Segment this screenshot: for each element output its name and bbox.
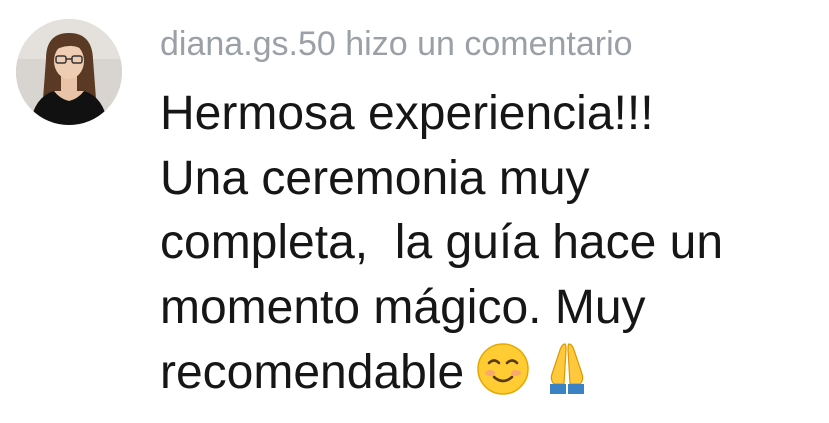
comment-body: Hermosa experiencia!!! Una ceremonia muy…: [160, 82, 820, 406]
comment-line: Una ceremonia muy: [160, 151, 590, 205]
comment-line-text: recomendable: [160, 346, 465, 399]
comment-line: Hermosa experiencia!!!: [160, 87, 654, 140]
comment-line: completa, la guía hace un: [160, 216, 724, 269]
comment-header: diana.gs.50 hizo un comentario: [160, 22, 633, 66]
folded-hands-icon: [542, 340, 592, 396]
comment-action-text: hizo un comentario: [345, 25, 633, 63]
comment-last-line: recomendable: [160, 340, 820, 406]
comment-card: diana.gs.50 hizo un comentario Hermosa e…: [0, 0, 829, 423]
comment-line: momento mágico. Muy: [160, 280, 646, 334]
author-username[interactable]: diana.gs.50: [160, 25, 336, 63]
smiling-face-icon: [476, 342, 530, 396]
avatar-photo: [16, 19, 122, 125]
avatar[interactable]: [16, 19, 122, 125]
